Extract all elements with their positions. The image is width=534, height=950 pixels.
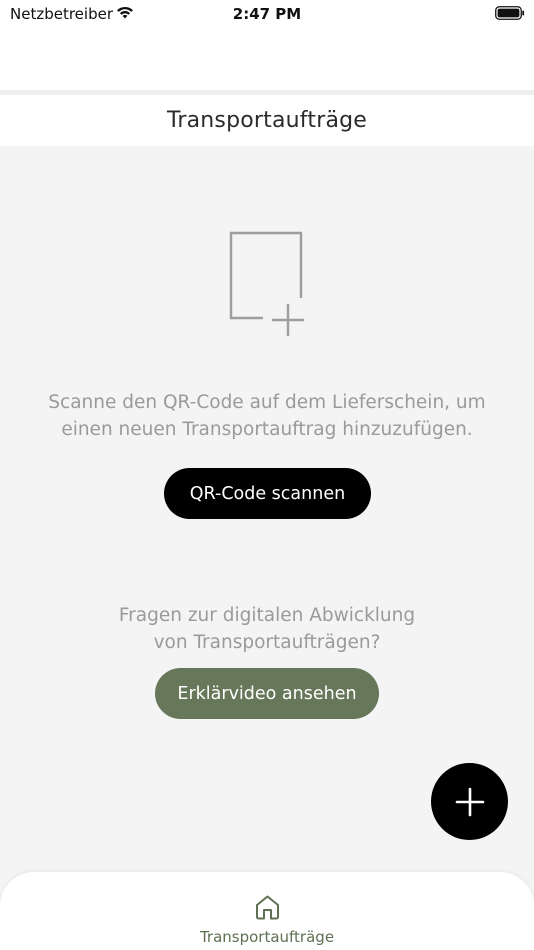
empty-state-line-1: Scanne den QR-Code auf dem Lieferschein,… — [48, 392, 486, 413]
help-text: Fragen zur digitalen Abwicklung von Tran… — [0, 602, 534, 656]
tab-bar: Transportaufträge — [0, 872, 534, 950]
plus-icon — [455, 787, 484, 816]
document-plus-icon — [229, 231, 304, 336]
home-icon — [256, 895, 279, 920]
empty-state-message: Scanne den QR-Code auf dem Lieferschein,… — [0, 389, 534, 443]
watch-explainer-video-button[interactable]: Erklärvideo ansehen — [155, 668, 379, 719]
help-line-1: Fragen zur digitalen Abwicklung — [118, 605, 416, 626]
tab-transport-orders[interactable]: Transportaufträge — [0, 872, 534, 950]
content-area: Scanne den QR-Code auf dem Lieferschein,… — [0, 146, 534, 871]
page-title: Transportaufträge — [166, 108, 368, 133]
tab-label: Transportaufträge — [199, 928, 335, 946]
help-line-2: von Transportaufträgen? — [153, 632, 381, 653]
battery-icon — [495, 6, 525, 20]
empty-state-line-2: einen neuen Transportauftrag hinzuzufüge… — [61, 419, 473, 440]
status-time: 2:47 PM — [232, 5, 302, 23]
scan-qr-code-button[interactable]: QR-Code scannen — [164, 468, 371, 519]
status-bar: Netzbetreiber 2:47 PM — [0, 0, 534, 30]
page-header: Transportaufträge — [0, 95, 534, 146]
add-transport-order-button[interactable] — [431, 763, 508, 840]
navigation-bar — [0, 30, 534, 90]
